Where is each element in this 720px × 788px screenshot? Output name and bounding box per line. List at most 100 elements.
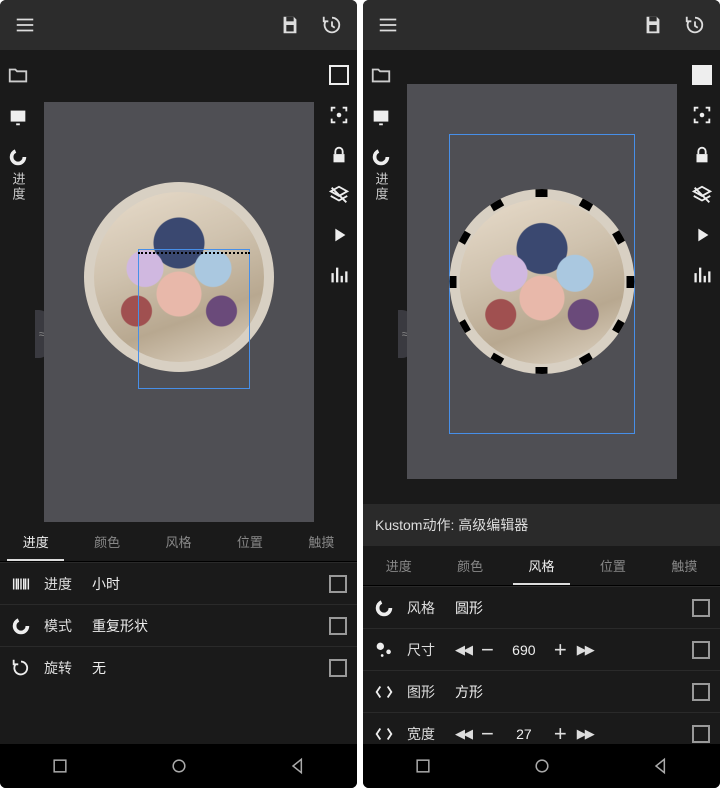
focus-button[interactable] <box>326 102 352 128</box>
save-icon <box>642 14 664 36</box>
tab-progress[interactable]: 进度 <box>0 522 71 561</box>
rotate-icon <box>10 657 32 679</box>
expand-icon <box>373 723 395 745</box>
rail-progress-button[interactable]: 进度 <box>368 146 394 202</box>
expand-icon <box>373 681 395 703</box>
context-title-bar: Kustom动作: 高级编辑器 <box>363 504 720 546</box>
forward-button[interactable]: ▶▶ <box>577 726 593 742</box>
nav-recent-icon[interactable] <box>50 756 70 776</box>
history-button[interactable] <box>319 12 345 38</box>
tab-style[interactable]: 风格 <box>143 522 214 561</box>
tab-progress[interactable]: 进度 <box>363 546 434 585</box>
menu-button[interactable] <box>375 12 401 38</box>
prop-row-style[interactable]: 风格 圆形 <box>363 586 720 628</box>
plus-button[interactable]: + <box>554 723 567 745</box>
display-icon <box>7 106 29 128</box>
right-rail <box>684 50 720 504</box>
play-icon <box>328 224 350 246</box>
ring-icon <box>10 615 32 637</box>
left-rail: 进度 <box>363 50 399 504</box>
nav-home-icon[interactable] <box>169 756 189 776</box>
nav-home-icon[interactable] <box>532 756 552 776</box>
folder-icon <box>370 64 392 86</box>
nav-recent-icon[interactable] <box>413 756 433 776</box>
layers-off-button[interactable] <box>326 182 352 208</box>
lock-button[interactable] <box>326 142 352 168</box>
focus-button[interactable] <box>689 102 715 128</box>
prop-row-size[interactable]: 尺寸 ◀◀ − 690 + ▶▶ <box>363 628 720 670</box>
checkbox[interactable] <box>692 683 710 701</box>
folder-button[interactable] <box>5 62 31 88</box>
properties-panel: 风格 圆形 尺寸 ◀◀ − 690 + ▶▶ 图形 方形 <box>363 586 720 744</box>
tab-color[interactable]: 颜色 <box>71 522 142 561</box>
dotted-guide <box>138 252 250 254</box>
save-button[interactable] <box>277 12 303 38</box>
prop-row-mode[interactable]: 模式 重复形状 <box>0 604 357 646</box>
minus-button[interactable]: − <box>481 639 494 661</box>
checkbox[interactable] <box>329 659 347 677</box>
play-button[interactable] <box>326 222 352 248</box>
ring-icon <box>7 146 29 168</box>
plus-button[interactable]: + <box>554 639 567 661</box>
layers-off-button[interactable] <box>689 182 715 208</box>
checkbox[interactable] <box>692 725 710 743</box>
prop-label: 图形 <box>407 682 449 702</box>
tab-color[interactable]: 颜色 <box>434 546 505 585</box>
ring-icon <box>373 597 395 619</box>
forward-button[interactable]: ▶▶ <box>577 642 593 658</box>
tab-position[interactable]: 位置 <box>577 546 648 585</box>
display-button[interactable] <box>368 104 394 130</box>
prop-row-shape[interactable]: 图形 方形 <box>363 670 720 712</box>
bar-chart-icon <box>328 264 350 286</box>
bar-chart-icon <box>691 264 713 286</box>
rewind-button[interactable]: ◀◀ <box>455 726 471 742</box>
canvas[interactable] <box>407 84 677 479</box>
display-icon <box>370 106 392 128</box>
selection-box[interactable] <box>138 249 250 389</box>
prop-value: 无 <box>86 658 329 678</box>
rail-progress-button[interactable]: 进度 <box>5 146 31 202</box>
prop-row-width[interactable]: 宽度 ◀◀ − 27 + ▶▶ <box>363 712 720 744</box>
menu-button[interactable] <box>12 12 38 38</box>
tab-style[interactable]: 风格 <box>506 546 577 585</box>
rail-progress-label: 进度 <box>9 172 28 202</box>
tab-touch[interactable]: 触摸 <box>286 522 357 561</box>
nav-back-icon[interactable] <box>288 756 308 776</box>
workspace: 进度 ≈ <box>0 50 357 522</box>
dots-icon <box>373 639 395 661</box>
checkbox[interactable] <box>692 641 710 659</box>
stats-button[interactable] <box>689 262 715 288</box>
prop-row-progress[interactable]: 进度 小时 <box>0 562 357 604</box>
checkbox[interactable] <box>692 599 710 617</box>
prop-label: 尺寸 <box>407 640 449 660</box>
left-rail: 进度 <box>0 50 36 522</box>
right-rail <box>321 50 357 522</box>
hamburger-icon <box>14 14 36 36</box>
folder-button[interactable] <box>368 62 394 88</box>
play-button[interactable] <box>689 222 715 248</box>
tab-touch[interactable]: 触摸 <box>649 546 720 585</box>
android-nav-bar <box>0 744 357 788</box>
square-filled-icon <box>692 65 712 85</box>
nav-back-icon[interactable] <box>651 756 671 776</box>
save-button[interactable] <box>640 12 666 38</box>
layers-off-icon <box>691 184 713 206</box>
display-button[interactable] <box>5 104 31 130</box>
checkbox[interactable] <box>329 617 347 635</box>
stats-button[interactable] <box>326 262 352 288</box>
lock-button[interactable] <box>689 142 715 168</box>
prop-label: 风格 <box>407 598 449 618</box>
fill-white-button[interactable] <box>326 62 352 88</box>
lock-icon <box>691 144 713 166</box>
prop-row-rotate[interactable]: 旋转 无 <box>0 646 357 688</box>
rewind-button[interactable]: ◀◀ <box>455 642 471 658</box>
barcode-icon <box>10 573 32 595</box>
minus-button[interactable]: − <box>481 723 494 745</box>
prop-label: 进度 <box>44 574 86 594</box>
checkbox[interactable] <box>329 575 347 593</box>
fill-white-button[interactable] <box>689 62 715 88</box>
tab-position[interactable]: 位置 <box>214 522 285 561</box>
prop-value: 重复形状 <box>86 616 329 636</box>
history-button[interactable] <box>682 12 708 38</box>
canvas[interactable] <box>44 102 314 522</box>
